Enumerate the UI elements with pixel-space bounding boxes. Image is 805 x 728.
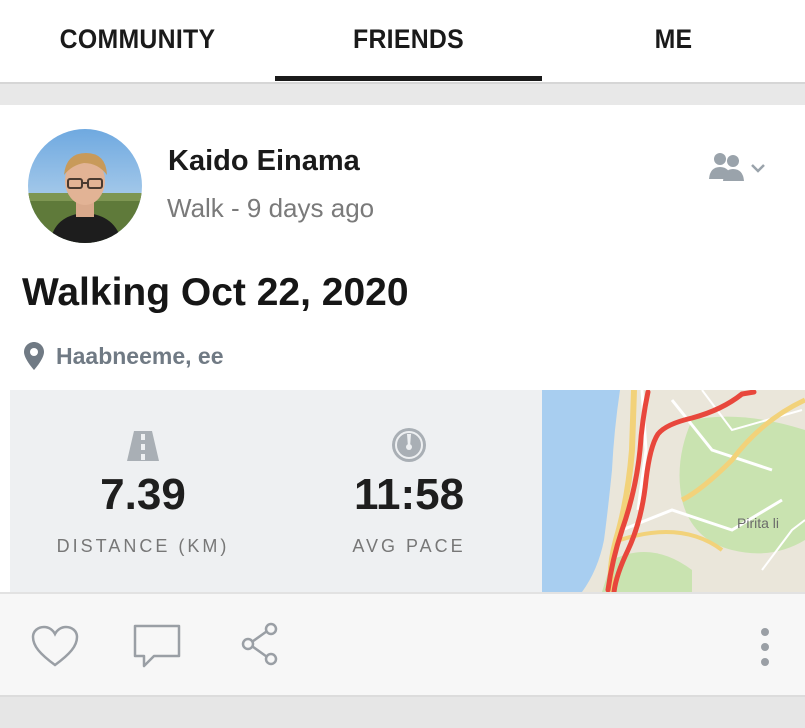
section-gap [0,84,805,105]
road-icon [127,431,159,461]
pace-label: AVG PACE [352,536,466,556]
stat-distance: 7.39 DISTANCE (KM) [10,390,276,592]
distance-value: 7.39 [100,470,186,519]
tab-friends[interactable]: FRIENDS [286,0,532,78]
activity-title[interactable]: Walking Oct 22, 2020 [22,271,409,315]
location-text: Haabneeme, ee [56,342,224,369]
tab-bar: COMMUNITY FRIENDS ME [0,0,805,84]
activity-meta: Walk - 9 days ago [167,193,375,223]
map-label: Pirita li [737,515,779,531]
stat-pace: 11:58 AVG PACE [276,390,542,592]
speedometer-icon [392,428,426,462]
section-gap-bottom [0,695,805,728]
activity-card: Kaido Einama Walk - 9 days ago Walking O… [0,105,805,695]
tab-community[interactable]: COMMUNITY [11,0,264,78]
location-pin-icon [24,342,44,370]
avatar[interactable] [28,129,142,243]
friends-icon[interactable] [708,149,770,185]
share-icon[interactable] [240,622,280,666]
pace-value: 11:58 [353,470,465,519]
user-name[interactable]: Kaido Einama [168,145,360,178]
location: Haabneeme, ee [24,339,223,373]
tab-me[interactable]: ME [553,0,795,78]
more-icon[interactable] [752,626,778,670]
comment-icon[interactable] [132,622,182,670]
active-tab-indicator [275,76,542,81]
distance-label: DISTANCE (KM) [56,536,230,556]
heart-icon[interactable] [30,624,80,668]
action-bar [0,592,805,695]
stats-panel[interactable]: 7.39 DISTANCE (KM) 11:58 AVG PACE [10,390,542,592]
route-map[interactable]: Pirita li [542,390,805,592]
